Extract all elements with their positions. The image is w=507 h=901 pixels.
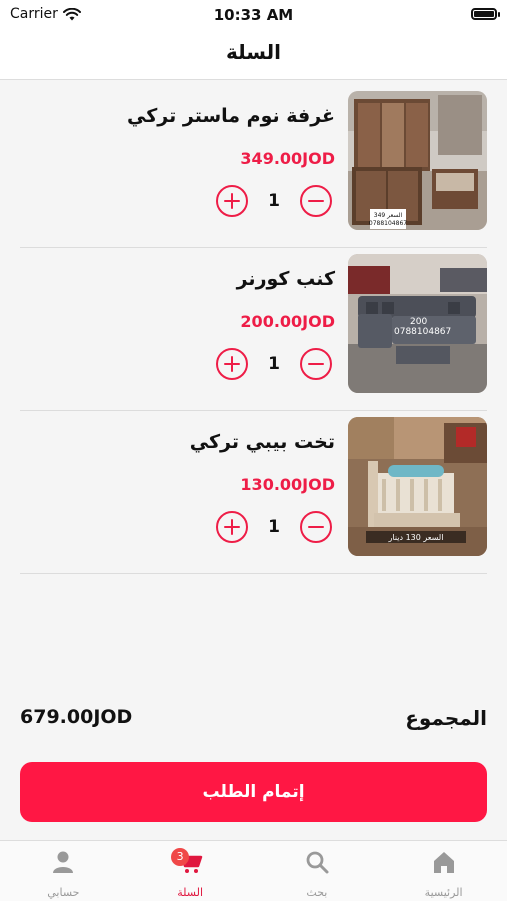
- status-time: 10:33 AM: [213, 6, 294, 24]
- checkout-button[interactable]: إتمام الطلب: [20, 762, 487, 822]
- status-bar: Carrier 10:33 AM: [0, 0, 507, 30]
- tab-label: السلة: [177, 886, 203, 899]
- tab-account[interactable]: حسابي: [0, 841, 127, 901]
- search-icon: [306, 851, 329, 874]
- page-title: السلة: [225, 40, 281, 64]
- quantity-value: 1: [268, 191, 280, 211]
- product-image-corner-sofa[interactable]: 200 0788104867: [348, 254, 487, 393]
- product-name: كنب كورنر: [236, 268, 335, 290]
- home-icon: [433, 852, 454, 873]
- product-name: تخت بيبي تركي: [189, 431, 335, 453]
- decrease-quantity-button[interactable]: [300, 185, 332, 217]
- tab-cart[interactable]: 3 السلة: [127, 841, 254, 901]
- quantity-stepper: 1: [216, 511, 332, 543]
- quantity-value: 1: [268, 517, 280, 537]
- tab-bar: حسابي 3 السلة بحث الرئيسية: [0, 840, 507, 901]
- svg-text:0788104867: 0788104867: [394, 327, 451, 337]
- quantity-stepper: 1: [216, 348, 332, 380]
- total-value: 679.00JOD: [20, 706, 133, 728]
- page-header: السلة: [0, 30, 507, 80]
- tab-home[interactable]: الرئيسية: [380, 841, 507, 901]
- product-name: غرفة نوم ماستر تركي: [127, 105, 335, 127]
- svg-text:0788104867: 0788104867: [369, 220, 407, 227]
- tab-label: بحث: [306, 886, 328, 899]
- cart-list: 349 السعر 0788104867 غرفة نوم ماستر تركي…: [0, 85, 507, 574]
- increase-quantity-button[interactable]: [216, 511, 248, 543]
- decrease-quantity-button[interactable]: [300, 348, 332, 380]
- svg-text:السعر 130 دينار: السعر 130 دينار: [388, 533, 444, 542]
- cart-item[interactable]: السعر 130 دينار تخت بيبي تركي 130.00JOD …: [20, 411, 487, 574]
- person-icon: [53, 851, 74, 873]
- increase-quantity-button[interactable]: [216, 185, 248, 217]
- svg-text:200: 200: [410, 317, 427, 327]
- product-price: 130.00JOD: [240, 475, 335, 494]
- product-price: 349.00JOD: [240, 149, 335, 168]
- product-price: 200.00JOD: [240, 312, 335, 331]
- tab-label: الرئيسية: [424, 886, 463, 899]
- tab-search[interactable]: بحث: [254, 841, 381, 901]
- decrease-quantity-button[interactable]: [300, 511, 332, 543]
- quantity-stepper: 1: [216, 185, 332, 217]
- tab-label: حسابي: [47, 886, 80, 899]
- quantity-value: 1: [268, 354, 280, 374]
- cart-item[interactable]: 349 السعر 0788104867 غرفة نوم ماستر تركي…: [20, 85, 487, 248]
- increase-quantity-button[interactable]: [216, 348, 248, 380]
- cart-item[interactable]: 200 0788104867 كنب كورنر 200.00JOD 1: [20, 248, 487, 411]
- product-image-bedroom-set[interactable]: 349 السعر 0788104867: [348, 91, 487, 230]
- cart-count-badge: 3: [171, 848, 190, 866]
- order-total: المجموع 679.00JOD: [20, 706, 487, 736]
- battery-icon: [471, 8, 500, 20]
- svg-text:349 السعر: 349 السعر: [374, 212, 403, 219]
- product-image-baby-crib[interactable]: السعر 130 دينار: [348, 417, 487, 556]
- total-label: المجموع: [405, 706, 487, 730]
